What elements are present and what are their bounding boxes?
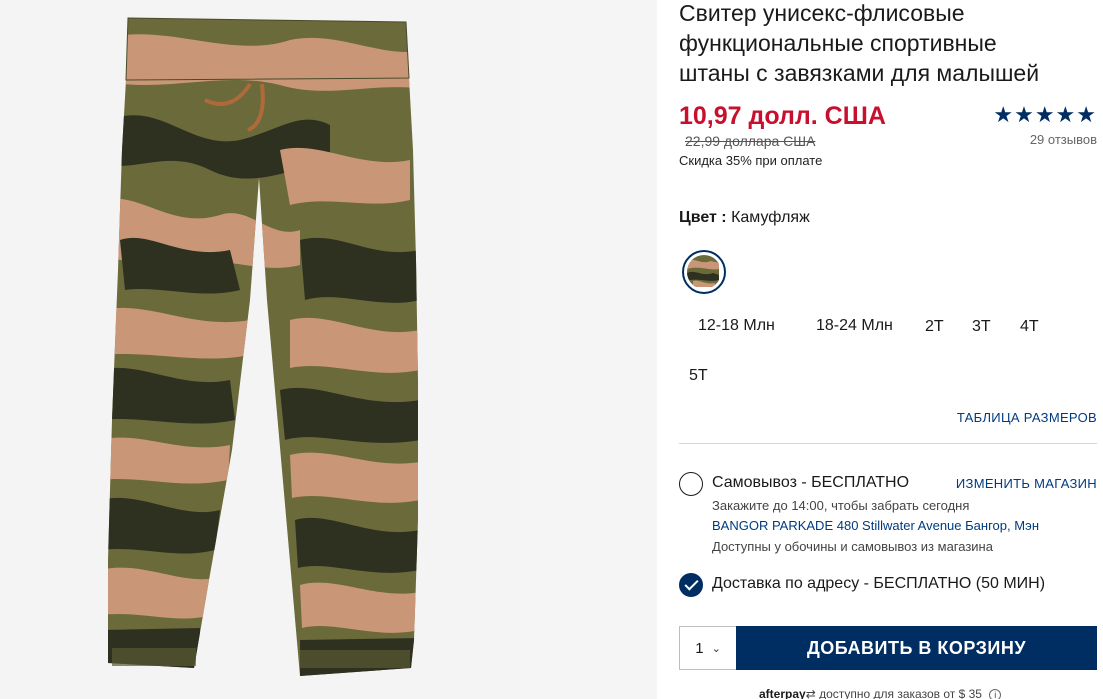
product-title-line: Свитер унисекс-флисовые: [679, 0, 965, 26]
size-option[interactable]: 4T: [1020, 318, 1039, 336]
color-value: Камуфляж: [731, 209, 810, 226]
add-to-cart-button[interactable]: ДОБАВИТЬ В КОРЗИНУ: [736, 626, 1097, 670]
product-title-line: штаны с завязками для малышей: [679, 60, 1040, 86]
size-option[interactable]: 12-18 Млн: [698, 317, 775, 335]
pickup-availability: Доступны у обочины и самовывоз из магази…: [712, 539, 993, 554]
camo-jogger-pants-image: [0, 0, 520, 699]
afterpay-logo: afterpay: [759, 687, 806, 699]
shipping-label: Доставка по адресу - БЕСПЛАТНО (50 МИН): [712, 575, 1046, 592]
divider: [679, 443, 1097, 444]
pickup-note: Закажите до 14:00, чтобы забрать сегодня: [712, 498, 970, 513]
discount-note: Скидка 35% при оплате: [679, 153, 823, 168]
rating-stars-icon: ★★★★★: [993, 102, 1097, 127]
chevron-down-icon: ⌄: [711, 642, 721, 655]
product-rating[interactable]: ★★★★★ 29 отзывов: [993, 102, 1097, 148]
color-selection: Цвет : Камуфляж: [679, 209, 810, 227]
size-option[interactable]: 18-24 Млн: [816, 317, 893, 335]
size-option[interactable]: 5T: [689, 367, 708, 385]
product-title-line: функциональные спортивные: [679, 30, 997, 56]
product-image[interactable]: [0, 0, 657, 699]
review-count[interactable]: 29 отзывов: [993, 132, 1097, 147]
shipping-radio[interactable]: [679, 573, 703, 597]
afterpay-text: доступно для заказов от $ 35: [819, 687, 982, 699]
original-price: 22,99 доллара США: [685, 133, 816, 149]
afterpay-arrow-icon: ⇄: [805, 687, 816, 699]
afterpay-note: afterpay⇄ доступно для заказов от $ 35 i: [759, 687, 1002, 699]
quantity-select[interactable]: 1 ⌄: [679, 626, 736, 670]
size-option[interactable]: 2T: [925, 318, 944, 336]
color-label: Цвет :: [679, 209, 727, 226]
size-chart-link[interactable]: ТАБЛИЦА РАЗМЕРОВ: [957, 410, 1097, 425]
pickup-radio[interactable]: [679, 472, 703, 496]
product-title: Свитер унисекс-флисовые функциональные с…: [679, 0, 1097, 88]
info-icon[interactable]: i: [989, 689, 1002, 699]
store-address-link[interactable]: BANGOR PARKADE 480 Stillwater Avenue Бан…: [712, 518, 1039, 533]
change-store-link[interactable]: ИЗМЕНИТЬ МАГАЗИН: [956, 476, 1097, 491]
pickup-label: Самовывоз - БЕСПЛАТНО: [712, 474, 910, 491]
product-info: Свитер унисекс-флисовые функциональные с…: [679, 0, 1097, 699]
color-swatch-camo[interactable]: [682, 250, 726, 294]
sale-price: 10,97 долл. США: [679, 102, 886, 130]
quantity-value: 1: [695, 639, 704, 657]
size-option[interactable]: 3T: [972, 318, 991, 336]
camo-swatch-icon: [687, 255, 721, 289]
